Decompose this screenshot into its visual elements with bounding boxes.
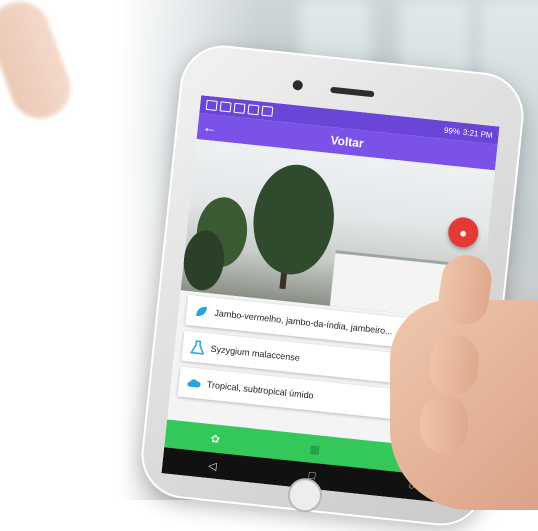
climate-text: Tropical, subtropical úmido: [206, 379, 315, 401]
notification-icon: [247, 104, 260, 116]
earpiece-speaker: [330, 86, 375, 98]
notification-icon: [261, 105, 274, 117]
notification-icon: [219, 101, 232, 113]
cloud-icon: [187, 379, 201, 388]
tree: [248, 160, 340, 279]
map-pin-icon: ●: [458, 224, 468, 241]
notification-icon: [233, 102, 246, 114]
notification-icon: [205, 99, 218, 111]
location-button[interactable]: ●: [446, 215, 480, 249]
clock: 3:21 PM: [462, 127, 494, 140]
common-names-text: Jambo-vermelho, jambo-da-índia, jambeiro…: [213, 307, 394, 337]
map-icon[interactable]: ▦: [299, 441, 330, 457]
flask-icon: [190, 340, 205, 355]
leaf-icon: [196, 306, 208, 316]
battery-level: 99%: [443, 125, 461, 136]
leaf-icon[interactable]: ✿: [200, 431, 231, 447]
back-triangle-icon[interactable]: ◁: [197, 457, 228, 473]
scientific-name-text: Syzygium malaccense: [210, 343, 301, 363]
hand-finger: [420, 395, 468, 453]
front-camera: [292, 79, 304, 91]
